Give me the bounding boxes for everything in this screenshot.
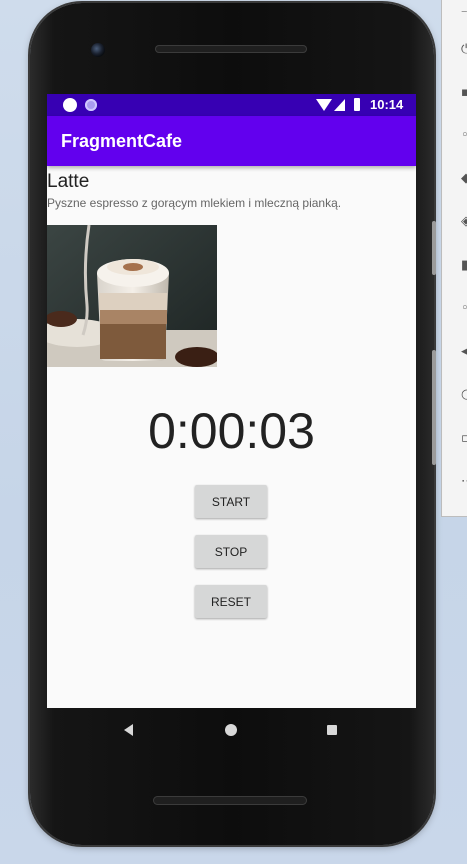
power-side-button[interactable] (432, 221, 436, 275)
stop-button[interactable]: STOP (195, 535, 267, 568)
screenshot-icon[interactable]: ■ (461, 259, 467, 272)
home-button-icon[interactable]: ○ (461, 388, 467, 401)
device-screen: 10:14 FragmentCafe Latte Pyszne espresso… (47, 94, 416, 708)
back-icon[interactable] (124, 724, 133, 736)
signal-icon (334, 99, 345, 111)
volume-up-icon[interactable]: ▪ (461, 86, 467, 99)
status-time: 10:14 (370, 97, 404, 112)
stopwatch-time: 0:00:03 (148, 403, 315, 459)
drink-description: Pyszne espresso z gorącym mlekiem i mlec… (47, 196, 342, 210)
volume-down-icon[interactable]: ◦ (461, 129, 467, 142)
start-button[interactable]: START (195, 485, 267, 518)
drink-image (47, 225, 217, 367)
navigation-bar (47, 708, 416, 752)
battery-icon (354, 98, 360, 111)
notification-icon (85, 99, 97, 111)
front-camera (91, 43, 105, 57)
rotate-left-icon[interactable]: ◆ (461, 172, 467, 185)
back-button-icon[interactable]: ◂ (461, 345, 467, 358)
drink-name: Latte (47, 171, 90, 192)
more-icon[interactable]: ⋯ (461, 475, 467, 488)
emulator-toolbar: – ⏻ ▪ ◦ ◆ ◈ ■ ◦ ◂ ○ ▫ ⋯ (441, 0, 467, 517)
top-speaker (155, 45, 307, 53)
rotate-right-icon[interactable]: ◈ (461, 215, 467, 228)
zoom-icon[interactable]: ◦ (461, 302, 467, 315)
volume-side-button[interactable] (432, 350, 436, 465)
wifi-icon (316, 99, 332, 111)
reset-button[interactable]: RESET (195, 585, 267, 618)
recents-icon[interactable] (327, 725, 337, 735)
bottom-speaker (153, 796, 307, 805)
overview-button-icon[interactable]: ▫ (461, 432, 467, 445)
status-bar: 10:14 (47, 94, 416, 116)
app-bar: FragmentCafe (47, 116, 416, 166)
power-icon[interactable]: ⏻ (461, 43, 467, 56)
notification-icon (63, 98, 77, 112)
home-icon[interactable] (225, 724, 237, 736)
minimize-icon[interactable]: – (461, 5, 467, 18)
app-title: FragmentCafe (61, 131, 183, 151)
